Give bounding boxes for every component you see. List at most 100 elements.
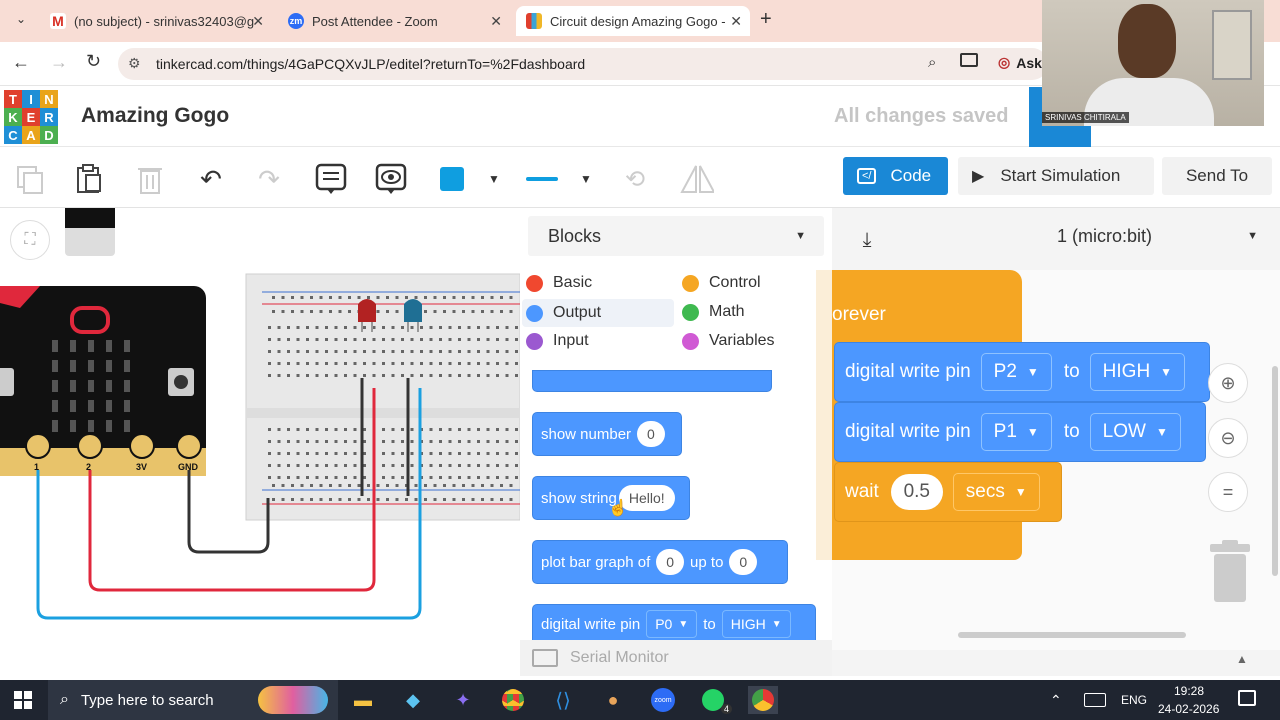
workspace-left-scrollbar[interactable] [816, 270, 832, 560]
workspace-h-scrollbar[interactable] [958, 632, 1186, 638]
redo-icon[interactable]: ↷ [252, 162, 286, 196]
notes-icon[interactable] [314, 162, 348, 196]
breadboard-hole [268, 476, 271, 479]
level-dropdown[interactable]: LOW ▼ [1089, 413, 1181, 451]
rotate-icon[interactable]: ⟲ [618, 162, 652, 196]
number-input[interactable]: 0 [637, 421, 665, 447]
language-indicator[interactable]: ENG [1121, 693, 1147, 707]
collapse-caret-icon[interactable]: ▲ [1236, 652, 1248, 666]
category-control[interactable]: Control [682, 274, 761, 292]
zoom-magnifier-icon[interactable]: ⌕ [928, 54, 936, 71]
copilot-icon[interactable]: ✦ [448, 686, 478, 714]
palette-block-partial[interactable] [532, 370, 772, 392]
chrome-active-icon[interactable] [748, 686, 778, 714]
workspace-block-digital-write-p2[interactable]: digital write pin P2 ▼ to HIGH ▼ [834, 342, 1210, 402]
tab-zoom[interactable]: zm Post Attendee - Zoom ✕ [278, 6, 510, 36]
breadboard-hole [429, 476, 433, 479]
whatsapp-icon[interactable]: 4 [698, 686, 732, 714]
close-icon[interactable]: ✕ [490, 13, 502, 30]
tab-tinkercad[interactable]: Circuit design Amazing Gogo - ✕ [516, 6, 750, 36]
reload-icon[interactable]: ↻ [86, 51, 101, 72]
breadboard-rail-hole [509, 296, 513, 299]
unit-dropdown[interactable]: secs ▼ [952, 473, 1040, 511]
zoom-in-icon[interactable]: ⊕ [1208, 363, 1248, 403]
blocks-mode-dropdown[interactable]: Blocks ▼ [528, 216, 824, 256]
ask-gemini-button[interactable]: ◎ Ask [998, 54, 1042, 71]
breadboard-hole [306, 464, 309, 467]
paste-icon[interactable] [72, 162, 106, 196]
start-simulation-button[interactable]: ▶ Start Simulation [958, 157, 1154, 195]
workspace-block-digital-write-p1[interactable]: digital write pin P1 ▼ to LOW ▼ [834, 402, 1206, 462]
notes-app-icon[interactable]: ◆ [398, 686, 428, 714]
palette-block-plot-bar-graph[interactable]: plot bar graph of 0 up to 0 [532, 540, 788, 584]
trash-icon[interactable] [1208, 540, 1252, 604]
pin-dropdown[interactable]: P2 ▼ [980, 353, 1052, 391]
value-input[interactable]: 0 [656, 549, 685, 575]
level-dropdown[interactable]: HIGH ▼ [721, 610, 791, 638]
tinkercad-logo[interactable]: T I N K E R C A D [4, 90, 58, 144]
device-dropdown[interactable]: 1 (micro:bit) ▼ [1039, 216, 1272, 256]
download-code-icon[interactable]: ⤓ [844, 220, 890, 260]
code-workspace[interactable]: orever digital write pin P2 ▼ to HIGH ▼ di… [816, 270, 1280, 650]
notifications-icon[interactable] [1238, 690, 1256, 706]
back-arrow-icon[interactable]: ← [12, 52, 30, 73]
breadboard-hole [505, 350, 509, 353]
palette-block-show-number[interactable]: show number 0 [532, 412, 682, 456]
clock-date[interactable]: 24-02-2026 [1158, 702, 1219, 716]
wire-style-picker[interactable]: ▼ [526, 162, 596, 196]
show-hidden-icons[interactable]: ⌃ [1050, 692, 1062, 709]
workspace-v-scrollbar[interactable] [1272, 366, 1278, 576]
install-app-icon[interactable] [960, 53, 978, 67]
close-icon[interactable]: ✕ [252, 13, 264, 30]
tab-gmail[interactable]: M (no subject) - srinivas32403@g ✕ [40, 6, 272, 36]
zoom-out-icon[interactable]: ⊖ [1208, 418, 1248, 458]
reset-zoom-icon[interactable]: = [1208, 472, 1248, 512]
breadboard-hole [391, 362, 395, 365]
serial-monitor-bar[interactable]: Serial Monitor [520, 640, 832, 676]
pin-dropdown[interactable]: P1 ▼ [980, 413, 1052, 451]
tab-search-dropdown[interactable]: ⌄ [12, 12, 30, 30]
forward-arrow-icon[interactable]: → [50, 52, 68, 73]
category-input[interactable]: Input [526, 332, 589, 350]
clock-time[interactable]: 19:28 [1174, 684, 1204, 698]
zoom-app-icon[interactable]: zoom [648, 686, 678, 714]
breadboard-hole [344, 326, 347, 329]
color-picker[interactable]: ▼ [440, 162, 504, 196]
workspace-block-wait[interactable]: wait 0.5 secs ▼ [834, 462, 1062, 522]
breadboard-hole [296, 452, 300, 455]
breadboard-hole [515, 374, 518, 377]
chrome-icon[interactable] [498, 686, 528, 714]
file-explorer-icon[interactable]: ▬ [348, 686, 378, 714]
microbit-board[interactable] [0, 286, 206, 476]
app-icon[interactable]: ● [598, 686, 628, 714]
value-input[interactable]: 0 [729, 549, 758, 575]
undo-icon[interactable]: ↶ [194, 162, 228, 196]
delete-icon[interactable] [133, 162, 167, 196]
flip-icon[interactable] [680, 162, 714, 196]
breadboard-rail-hole [272, 310, 275, 313]
taskbar-search-box[interactable]: ⌕ Type here to search [48, 680, 338, 720]
wait-value-input[interactable]: 0.5 [890, 474, 943, 510]
visibility-icon[interactable] [374, 162, 408, 196]
code-button[interactable]: </ Code [843, 157, 948, 195]
copy-icon[interactable] [13, 162, 47, 196]
new-tab-plus-icon[interactable]: + [760, 8, 772, 31]
breadboard[interactable] [245, 273, 520, 521]
caret-down-icon: ▼ [1026, 365, 1039, 379]
vscode-icon[interactable]: ⟨⟩ [548, 686, 578, 714]
close-icon[interactable]: ✕ [730, 13, 742, 30]
category-math[interactable]: Math [682, 303, 745, 321]
site-settings-icon[interactable]: ⚙ [128, 55, 141, 72]
windows-start-icon[interactable] [8, 686, 38, 714]
url-field[interactable]: ⚙ tinkercad.com/things/4GaPCQXvJLP/edite… [118, 48, 1048, 80]
palette-block-digital-write[interactable]: digital write pin P0 ▼ to HIGH ▼ [532, 604, 816, 644]
category-variables[interactable]: Variables [682, 332, 775, 350]
keyboard-icon[interactable] [1084, 693, 1106, 707]
circuit-canvas[interactable]: ⛶ 1 2 3V GND [0, 208, 520, 676]
pin-dropdown[interactable]: P0 ▼ [646, 610, 698, 638]
send-to-button[interactable]: Send To [1162, 157, 1272, 195]
category-output[interactable]: Output [522, 299, 674, 327]
level-dropdown[interactable]: HIGH ▼ [1089, 353, 1186, 391]
category-basic[interactable]: Basic [526, 274, 592, 292]
project-title[interactable]: Amazing Gogo [81, 104, 229, 128]
